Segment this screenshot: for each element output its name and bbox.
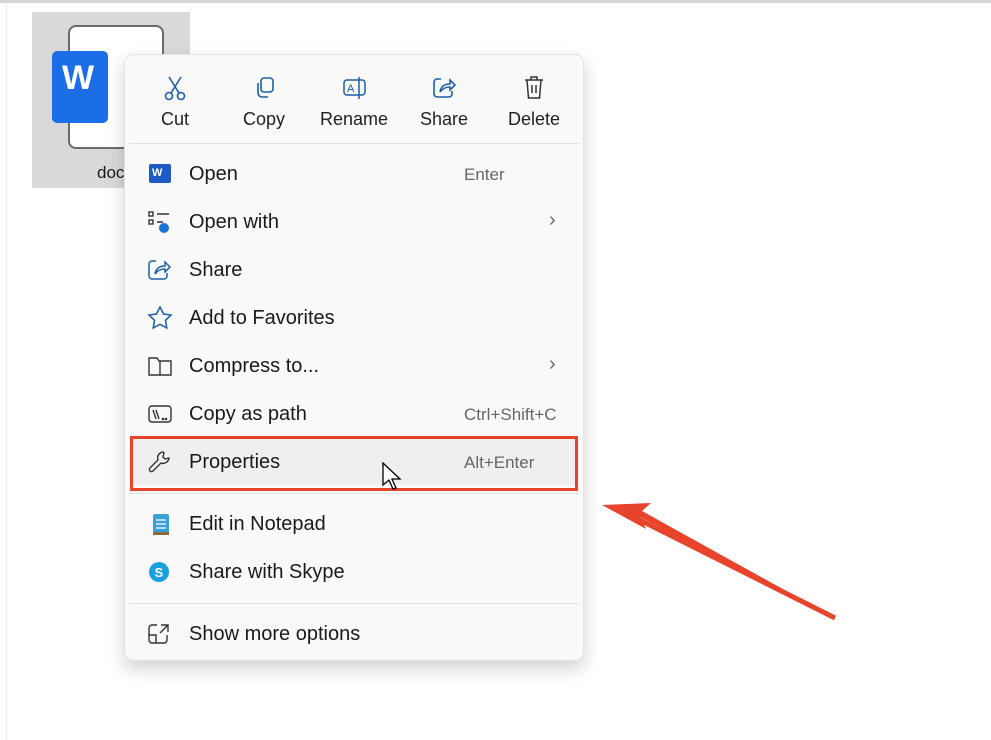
red-arrow-annotation	[602, 503, 837, 621]
